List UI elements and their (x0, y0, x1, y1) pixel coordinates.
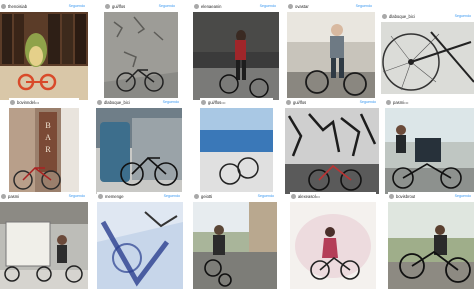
svg-text:A: A (45, 133, 51, 142)
avatar[interactable] (286, 100, 291, 105)
more-options-icon[interactable]: ••• (221, 100, 225, 105)
post-header: dlaboque_bici Seguendo (96, 98, 182, 107)
post-photo[interactable] (287, 12, 375, 100)
post-card-15[interactable]: bovisbrout Seguendo (388, 192, 474, 289)
post-header: memenge Seguendo (97, 192, 183, 201)
avatar[interactable] (201, 100, 206, 105)
post-card-11[interactable]: pasmi Seguendo (0, 192, 88, 289)
post-card-6[interactable]: bovinndel ••• B A R (9, 98, 79, 194)
avatar[interactable] (194, 4, 199, 9)
username[interactable]: gui/lfos (293, 100, 306, 105)
post-header: thenoisiab Seguendo (0, 2, 88, 11)
post-photo[interactable] (381, 22, 474, 94)
post-header: gui/lfos Seguendo (285, 98, 379, 107)
avatar[interactable] (386, 100, 391, 105)
username[interactable]: bovinndel (17, 100, 35, 105)
username[interactable]: pasmi (393, 100, 404, 105)
post-card-9[interactable]: gui/lfos Seguendo (285, 98, 379, 194)
avatar[interactable] (389, 194, 394, 199)
username[interactable]: memenge (105, 194, 124, 199)
post-header: elenaeanin Seguendo (193, 2, 279, 11)
more-options-icon[interactable]: ••• (316, 194, 320, 199)
post-header: bovisbrout Seguendo (388, 192, 474, 201)
username[interactable]: geiotti (201, 194, 212, 199)
post-photo[interactable]: B A R (9, 108, 79, 194)
post-card-4[interactable]: ovastar Seguendo (287, 2, 375, 100)
follow-button[interactable]: Seguendo (164, 194, 180, 199)
post-photo[interactable] (290, 202, 376, 289)
post-photo[interactable] (97, 202, 183, 289)
avatar[interactable] (98, 194, 103, 199)
avatar[interactable] (288, 4, 293, 9)
post-header: geiotti Seguendo (193, 192, 277, 201)
post-header: pasmi ••• (385, 98, 474, 107)
follow-button[interactable]: Seguendo (356, 4, 372, 9)
avatar[interactable] (291, 194, 296, 199)
username[interactable]: thenoisiab (8, 4, 27, 9)
post-card-10[interactable]: pasmi ••• (385, 98, 474, 194)
avatar[interactable] (1, 194, 6, 199)
post-photo[interactable] (200, 108, 273, 194)
more-options-icon[interactable]: ••• (35, 100, 39, 105)
post-header: gui/lfos Seguendo (104, 2, 178, 11)
avatar[interactable] (10, 100, 15, 105)
follow-button[interactable]: Seguendo (69, 4, 85, 9)
bar-sign-text: B (45, 121, 50, 130)
username[interactable]: alexeasol (298, 194, 316, 199)
follow-button[interactable]: Seguendo (69, 194, 85, 199)
username[interactable]: pasmi (8, 194, 19, 199)
post-photo[interactable] (104, 12, 178, 100)
post-card-5[interactable]: dlaboque_bici Seguendo (381, 12, 474, 94)
more-options-icon[interactable]: ••• (404, 100, 408, 105)
avatar[interactable] (194, 194, 199, 199)
post-header: dlaboque_bici Seguendo (381, 12, 474, 21)
post-header: bovinndel ••• (9, 98, 79, 107)
post-header: pasmi Seguendo (0, 192, 88, 201)
post-photo[interactable] (385, 108, 474, 194)
follow-button[interactable]: Seguendo (258, 194, 274, 199)
post-card-7[interactable]: dlaboque_bici Seguendo (96, 98, 182, 194)
avatar[interactable] (382, 14, 387, 19)
username[interactable]: ovastar (295, 4, 309, 9)
post-header: gui/lfos ••• (200, 98, 273, 107)
username[interactable]: bovisbrout (396, 194, 415, 199)
follow-button[interactable]: Seguendo (455, 194, 471, 199)
username[interactable]: gui/lfos (208, 100, 221, 105)
username[interactable]: dlaboque_bici (104, 100, 130, 105)
username[interactable]: gui/lfos (112, 4, 125, 9)
post-photo[interactable] (193, 12, 279, 100)
follow-button[interactable]: Seguendo (260, 4, 276, 9)
post-photo[interactable] (96, 108, 182, 194)
post-photo[interactable] (388, 202, 474, 289)
post-card-13[interactable]: geiotti Seguendo (193, 192, 277, 289)
post-header: alexeasol ••• (290, 192, 376, 201)
post-card-3[interactable]: elenaeanin Seguendo (193, 2, 279, 100)
post-card-2[interactable]: gui/lfos Seguendo (104, 2, 178, 100)
post-photo[interactable] (193, 202, 277, 289)
username[interactable]: dlaboque_bici (389, 14, 415, 19)
follow-button[interactable]: Seguendo (455, 14, 471, 19)
post-photo[interactable] (285, 108, 379, 194)
username[interactable]: elenaeanin (201, 4, 222, 9)
follow-button[interactable]: Seguendo (159, 4, 175, 9)
avatar[interactable] (105, 4, 110, 9)
post-card-8[interactable]: gui/lfos ••• (200, 98, 273, 194)
follow-button[interactable]: Seguendo (163, 100, 179, 105)
collage-page: { "follow_label": "Seguendo", "more_labe… (0, 0, 474, 289)
post-card-1[interactable]: thenoisiab Seguendo (0, 2, 88, 100)
follow-button[interactable]: Seguendo (360, 100, 376, 105)
avatar[interactable] (97, 100, 102, 105)
post-photo[interactable] (0, 202, 88, 289)
post-header: ovastar Seguendo (287, 2, 375, 11)
post-card-12[interactable]: memenge Seguendo (97, 192, 183, 289)
svg-text:R: R (45, 145, 51, 154)
post-photo[interactable] (0, 12, 88, 100)
post-card-14[interactable]: alexeasol ••• (290, 192, 376, 289)
avatar[interactable] (1, 4, 6, 9)
